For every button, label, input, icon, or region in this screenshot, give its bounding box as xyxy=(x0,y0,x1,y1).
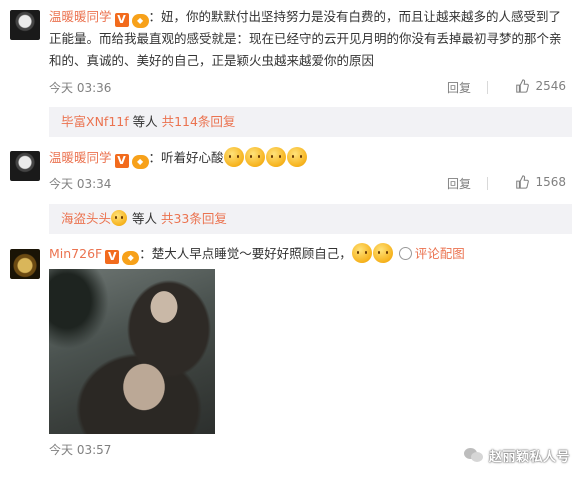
thumbs-up-icon xyxy=(516,79,530,93)
divider xyxy=(487,81,488,94)
level-badge-icon[interactable]: ◆ xyxy=(122,251,140,265)
avatar[interactable] xyxy=(10,10,40,40)
sub-replies-box[interactable]: 海盗头头 等人 共33条回复 xyxy=(49,204,572,234)
emoji-face-icon xyxy=(372,243,393,263)
sub-replies-box[interactable]: 毕富XNf11f 等人 共114条回复 xyxy=(49,107,572,137)
comment-text: ：听着好心酸 xyxy=(148,150,224,165)
vip-badge-icon[interactable]: V xyxy=(114,13,129,27)
comment-image[interactable] xyxy=(49,269,215,434)
emoji-face-icon xyxy=(111,210,128,226)
vip-badge-icon[interactable]: V xyxy=(105,250,120,264)
comment-item: 温暖暖同学 V ◆ ：妞，你的默默付出坚持努力是没有白费的，而且让越来越多的人感受到了… xyxy=(0,6,578,137)
username-link[interactable]: 温暖暖同学 xyxy=(49,150,112,165)
comment-time: 今天 03:36 xyxy=(49,81,112,95)
comment-meta: 今天 03:36 回复 2546 xyxy=(49,79,566,99)
level-badge-icon[interactable]: ◆ xyxy=(131,14,149,28)
avatar[interactable] xyxy=(10,249,40,279)
like-button[interactable]: 1568 xyxy=(515,175,566,189)
username-link[interactable]: Min726F xyxy=(49,246,102,261)
comment-body: 温暖暖同学 V ◆ ：听着好心酸 xyxy=(49,147,566,169)
comment-item: 温暖暖同学 V ◆ ：听着好心酸 今天 03:34 回复 1568 海盗头头 等人 共… xyxy=(0,145,578,235)
comment-meta: 今天 03:34 回复 1568 xyxy=(49,175,566,195)
comment-text: ：楚大人早点睡觉～要好好照顾自己， xyxy=(139,246,352,261)
watermark: 赵丽颖私人号 xyxy=(463,444,570,466)
emoji-face-icon xyxy=(223,147,244,167)
divider xyxy=(487,177,488,190)
image-foliage xyxy=(49,269,109,349)
emoji-face-icon xyxy=(351,243,372,263)
sub-reply-count-link[interactable]: 共114条回复 xyxy=(162,114,236,129)
like-count: 1568 xyxy=(535,175,566,189)
vip-badge-icon[interactable]: V xyxy=(114,154,129,168)
emoji-face-icon xyxy=(244,147,265,167)
sub-reply-count-link[interactable]: 共33条回复 xyxy=(161,211,227,226)
wechat-logo-icon xyxy=(463,446,485,464)
emoji-face-icon xyxy=(286,147,307,167)
comment-time: 今天 03:34 xyxy=(49,177,112,191)
comment-picture-icon xyxy=(398,247,412,260)
comment-picture-link[interactable]: 评论配图 xyxy=(398,246,465,261)
watermark-text: 赵丽颖私人号 xyxy=(488,449,570,465)
like-count: 2546 xyxy=(535,79,566,93)
comment-time: 今天 03:57 xyxy=(49,443,112,457)
sub-reply-user[interactable]: 毕富XNf11f xyxy=(61,114,129,129)
avatar[interactable] xyxy=(10,151,40,181)
thumbs-up-icon xyxy=(516,175,530,189)
sub-reply-user[interactable]: 海盗头头 xyxy=(61,211,111,226)
comment-body: 温暖暖同学 V ◆ ：妞，你的默默付出坚持努力是没有白费的，而且让越来越多的人感受到了… xyxy=(49,6,566,72)
reply-button[interactable]: 回复 xyxy=(447,175,471,192)
emoji-face-icon xyxy=(265,147,286,167)
username-link[interactable]: 温暖暖同学 xyxy=(49,9,112,24)
reply-button[interactable]: 回复 xyxy=(447,79,471,96)
level-badge-icon[interactable]: ◆ xyxy=(131,155,149,169)
comment-body: Min726F V ◆ ：楚大人早点睡觉～要好好照顾自己， 评论配图 xyxy=(49,243,566,265)
like-button[interactable]: 2546 xyxy=(515,79,566,93)
